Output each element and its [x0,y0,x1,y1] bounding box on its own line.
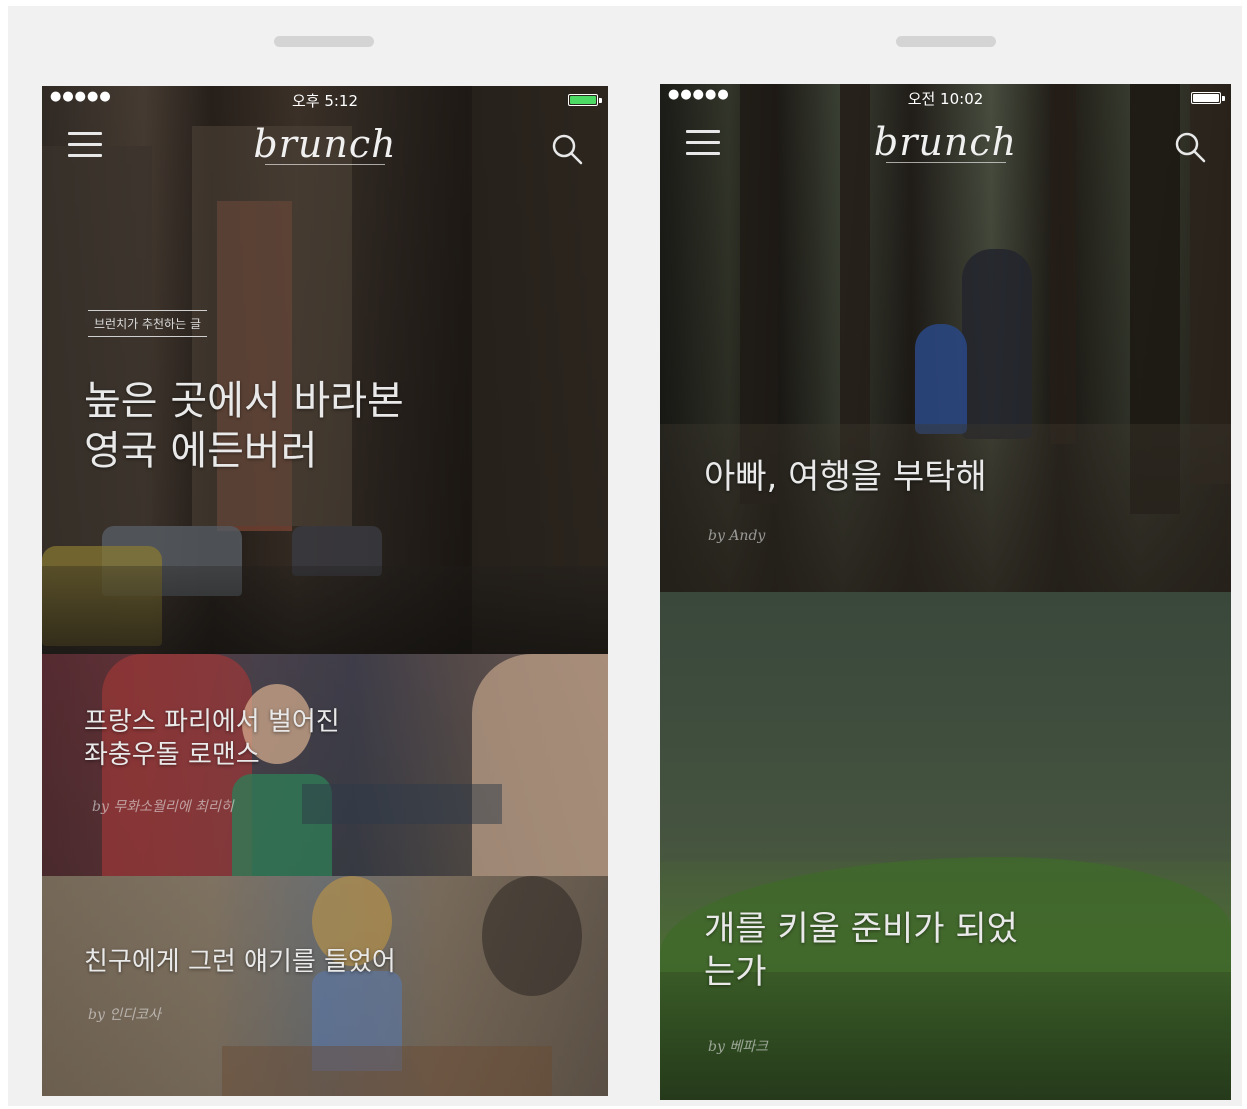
featured-title: 아빠, 여행을 부탁해 [704,457,987,497]
person-shape [915,324,967,434]
battery-icon [568,94,602,106]
person-shape [962,249,1032,439]
article-byline: by 베파크 [708,1039,768,1055]
phone-speaker [274,36,374,47]
nav-bar: brunch [660,114,1231,184]
search-icon[interactable] [550,132,584,166]
article-byline: by Andy [708,528,766,544]
recommend-tag: 브런치가 추천하는 글 [88,310,207,337]
search-icon[interactable] [1173,130,1207,164]
article-card[interactable]: 친구에게 그런 얘기를 들었어 by 인디코사 [42,876,608,1096]
phone-screen-right: ●●●●● 오전 10:02 brunch 아빠, 여행을 부탁해 by And… [660,84,1231,1100]
article-byline: by 무화소월리에 최리히 [92,799,234,815]
status-time: 오전 10:02 [907,90,984,108]
status-bar: ●●●●● 오전 10:02 [660,84,1231,112]
battery-icon [1191,92,1225,104]
phone-screen-left: ●●●●● 오후 5:12 brunch 브런치가 추천하는 글 높은 곳에서 … [42,86,608,1096]
article-card[interactable]: 개를 키울 준비가 되었 는가 by 베파크 [660,592,1231,1100]
status-time: 오후 5:12 [291,92,359,110]
street-shape [42,566,608,654]
sky-shape [660,592,1231,862]
app-logo[interactable]: brunch [660,120,1231,164]
featured-title: 높은 곳에서 바라본 영국 에든버러 [84,378,404,474]
article-title: 개를 키울 준비가 되었 는가 [704,909,1018,992]
illustration-shape [482,876,582,996]
article-byline: by 인디코사 [88,1007,161,1023]
app-logo[interactable]: brunch [42,122,608,166]
article-card[interactable]: 프랑스 파리에서 벌어진 좌충우돌 로맨스 by 무화소월리에 최리히 [42,654,608,876]
article-title: 친구에게 그런 얘기를 들었어 [84,947,396,977]
ground-shape [660,424,1231,592]
phone-speaker [896,36,996,47]
person-shape [472,654,608,876]
status-bar: ●●●●● 오후 5:12 [42,86,608,114]
bridge-shape [302,784,502,824]
nav-bar: brunch [42,116,608,186]
article-title: 프랑스 파리에서 벌어진 좌충우돌 로맨스 [84,707,340,770]
illustration-shape [222,1046,552,1096]
